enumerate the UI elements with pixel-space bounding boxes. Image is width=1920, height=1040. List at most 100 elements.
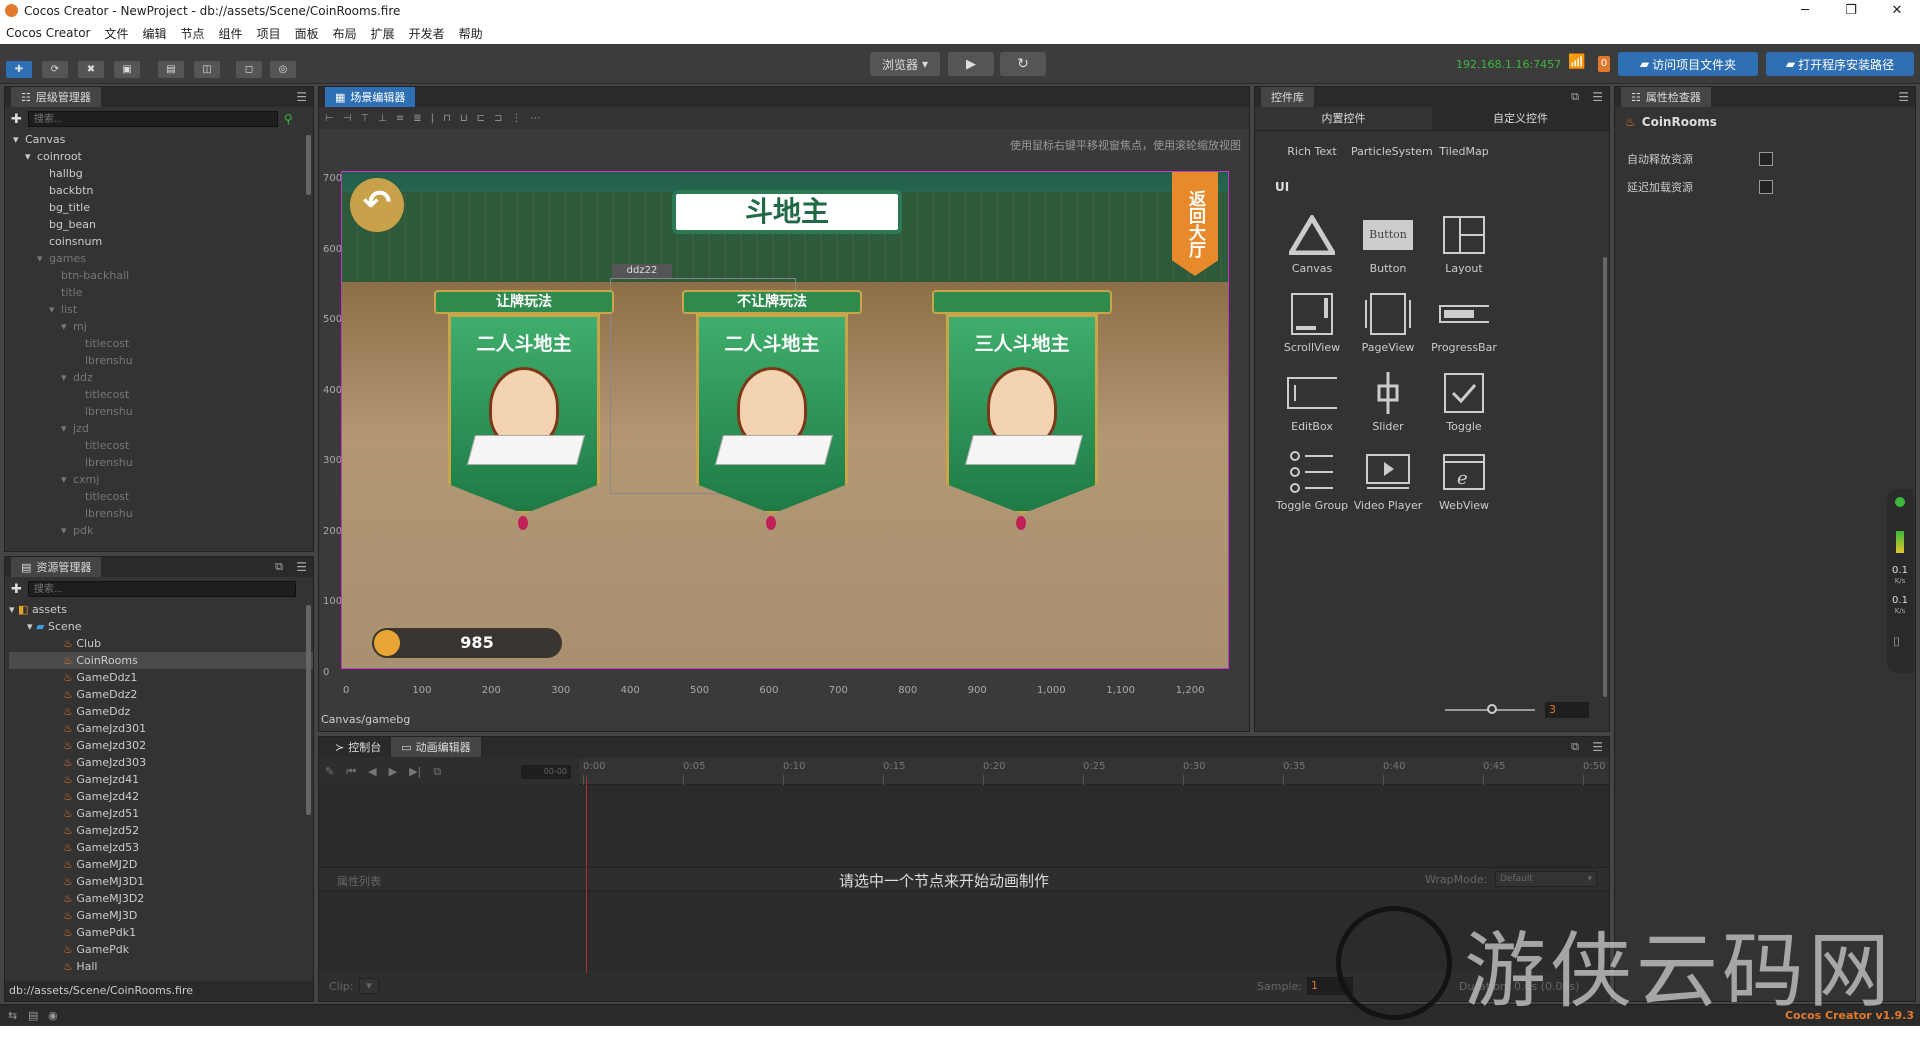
distribute-right-icon[interactable]: ⋯ — [530, 113, 540, 124]
distribute-hcenter-icon[interactable]: ⋮ — [511, 113, 521, 124]
asset-item[interactable]: ♨ GameJzd42 — [9, 788, 313, 805]
tree-node[interactable]: hallbg — [9, 165, 313, 182]
widget-tiled-map[interactable]: TiledMap — [1427, 145, 1501, 158]
asset-item[interactable]: ♨ GameMJ3D1 — [9, 873, 313, 890]
tab-animation-editor[interactable]: ▭ 动画编辑器 — [391, 737, 481, 757]
wrapmode-select[interactable]: Default ▾ — [1495, 871, 1597, 887]
add-event-icon[interactable]: ⧉ — [433, 765, 441, 779]
asset-item[interactable]: ♨ GameJzd53 — [9, 839, 313, 856]
widget-webview[interactable]: e WebView — [1427, 449, 1501, 512]
hierarchy-scrollbar[interactable] — [306, 135, 311, 195]
rect-tool-icon[interactable]: ▣ — [114, 61, 140, 78]
widget-video-player[interactable]: Video Player — [1351, 449, 1425, 512]
menu-edit[interactable]: 编辑 — [143, 25, 167, 42]
tree-node[interactable]: lbrenshu — [9, 505, 313, 522]
panel-menu-icon[interactable]: ☰ — [296, 90, 307, 104]
tree-node[interactable]: ▾ games — [9, 250, 313, 267]
widget-progressbar[interactable]: ProgressBar — [1427, 291, 1501, 354]
widget-slider[interactable]: Slider — [1351, 370, 1425, 433]
minimize-button[interactable]: ─ — [1782, 0, 1828, 22]
notification-badge[interactable]: 0 — [1598, 56, 1610, 72]
panel-menu-icon[interactable]: ☰ — [1592, 90, 1603, 104]
game-canvas[interactable]: ↶ 斗地主 返回大厅 ddz22 二人斗地主 让牌玩法 二人斗地主 不让牌玩法 三人斗地… — [341, 171, 1229, 669]
widget-editbox[interactable]: EditBox — [1275, 370, 1349, 433]
tab-scene-editor[interactable]: ▦ 场景编辑器 — [325, 87, 416, 107]
log-icon[interactable]: ⇆ — [8, 1009, 17, 1022]
record-icon[interactable]: ✎ — [325, 765, 334, 779]
menu-node[interactable]: 节点 — [181, 25, 205, 42]
asset-item[interactable]: ♨ GameMJ2D — [9, 856, 313, 873]
clip-select[interactable]: ▾ — [359, 978, 379, 994]
distribute-left-icon[interactable]: ⊐ — [494, 113, 502, 124]
eye-icon[interactable]: ◉ — [48, 1009, 58, 1022]
tab-inspector[interactable]: ☷ 属性检查器 — [1621, 87, 1711, 107]
tree-node[interactable]: title — [9, 284, 313, 301]
hierarchy-search-input[interactable] — [27, 111, 278, 127]
tree-node[interactable]: ▾ mj — [9, 318, 313, 335]
assets-root[interactable]: ▾ ◧ assets — [9, 601, 313, 618]
panel-menu-icon[interactable]: ☰ — [1592, 740, 1603, 754]
maximize-button[interactable]: ❐ — [1828, 0, 1874, 22]
widget-pageview[interactable]: PageView — [1351, 291, 1425, 354]
widget-scrollview[interactable]: ScrollView — [1275, 291, 1349, 354]
asset-item[interactable]: ♨ Hall — [9, 958, 313, 975]
asset-item[interactable]: ♨ GameJzd301 — [9, 720, 313, 737]
game-mode-card[interactable]: 三人斗地主 — [932, 290, 1112, 530]
tree-node[interactable]: backbtn — [9, 182, 313, 199]
popout-icon[interactable]: ⧉ — [1571, 740, 1579, 754]
scene-folder[interactable]: ▾ ▰ Scene — [9, 618, 313, 635]
align-hcenter-icon[interactable]: ⊣ — [343, 113, 352, 124]
menu-project[interactable]: 项目 — [257, 25, 281, 42]
tab-assets[interactable]: ▤ 资源管理器 — [11, 557, 102, 577]
distribute-bottom-icon[interactable]: ⊏ — [477, 113, 485, 124]
pivot-icon[interactable]: ▤ — [158, 61, 184, 78]
game-mode-card[interactable]: 二人斗地主 让牌玩法 — [434, 290, 614, 530]
align-left-icon[interactable]: ⊢ — [325, 113, 334, 124]
tab-hierarchy[interactable]: ☷ 层级管理器 — [11, 87, 101, 107]
scene-viewport[interactable]: 使用鼠标右键平移视窗焦点，使用滚轮缩放视图 700 600 500 400 300 200… — [319, 129, 1249, 709]
widgets-scrollbar[interactable] — [1603, 257, 1607, 697]
asset-item[interactable]: ♨ Club — [9, 635, 313, 652]
align-bottom-icon[interactable]: ≣ — [413, 113, 421, 124]
popout-icon[interactable]: ⧉ — [1571, 90, 1579, 104]
next-frame-icon[interactable]: ▶| — [409, 765, 421, 779]
preview-platform-select[interactable]: 浏览器 ▾ — [870, 52, 940, 76]
asset-item[interactable]: ♨ GameJzd41 — [9, 771, 313, 788]
menu-layout[interactable]: 布局 — [333, 25, 357, 42]
tree-node[interactable]: ▾ list — [9, 301, 313, 318]
menu-panel[interactable]: 面板 — [295, 25, 319, 42]
asset-item[interactable]: ♨ GamePdk — [9, 941, 313, 958]
jump-first-icon[interactable]: ⏮ — [346, 765, 356, 779]
game-mode-card[interactable]: 二人斗地主 不让牌玩法 — [682, 290, 862, 530]
distribute-vcenter-icon[interactable]: ⊔ — [460, 113, 468, 124]
tree-node[interactable]: ▾ jzd — [9, 420, 313, 437]
tree-node[interactable]: coinsnum — [9, 233, 313, 250]
align-vcenter-icon[interactable]: ≡ — [396, 113, 404, 124]
menu-help[interactable]: 帮助 — [459, 25, 483, 42]
tree-node[interactable]: ▾ Canvas — [9, 131, 313, 148]
widget-particle-system[interactable]: ParticleSystem — [1351, 145, 1433, 158]
db-icon[interactable]: ▤ — [28, 1009, 38, 1022]
asset-item[interactable]: ♨ GameMJ3D2 — [9, 890, 313, 907]
widget-canvas[interactable]: Canvas — [1275, 212, 1349, 275]
tree-node[interactable]: titlecost — [9, 386, 313, 403]
widget-toggle-group[interactable]: Toggle Group — [1275, 449, 1349, 512]
rotate-tool-icon[interactable]: ⟳ — [42, 61, 68, 78]
tree-node[interactable]: titlecost — [9, 335, 313, 352]
assets-search-input[interactable] — [27, 581, 296, 597]
back-arrow-icon[interactable]: ↶ — [350, 178, 404, 232]
tree-node[interactable]: ▾ cxmj — [9, 471, 313, 488]
tree-node[interactable]: bg_bean — [9, 216, 313, 233]
prev-frame-icon[interactable]: ◀ — [368, 765, 376, 779]
tab-builtin-widgets[interactable]: 内置控件 — [1255, 107, 1432, 130]
refresh-button[interactable]: ↻ — [1000, 52, 1046, 76]
menu-extend[interactable]: 扩展 — [371, 25, 395, 42]
tree-node[interactable]: ▾ coinroot — [9, 148, 313, 165]
snap-icon[interactable]: ◻ — [236, 61, 262, 78]
open-project-folder-button[interactable]: ▰ 访问项目文件夹 — [1618, 52, 1758, 76]
open-install-path-button[interactable]: ▰ 打开程序安装路径 — [1766, 52, 1914, 76]
lazy-load-checkbox[interactable] — [1759, 180, 1773, 194]
asset-item[interactable]: ♨ GameJzd303 — [9, 754, 313, 771]
asset-item[interactable]: ♨ GameJzd302 — [9, 737, 313, 754]
tree-node[interactable]: lbrenshu — [9, 454, 313, 471]
